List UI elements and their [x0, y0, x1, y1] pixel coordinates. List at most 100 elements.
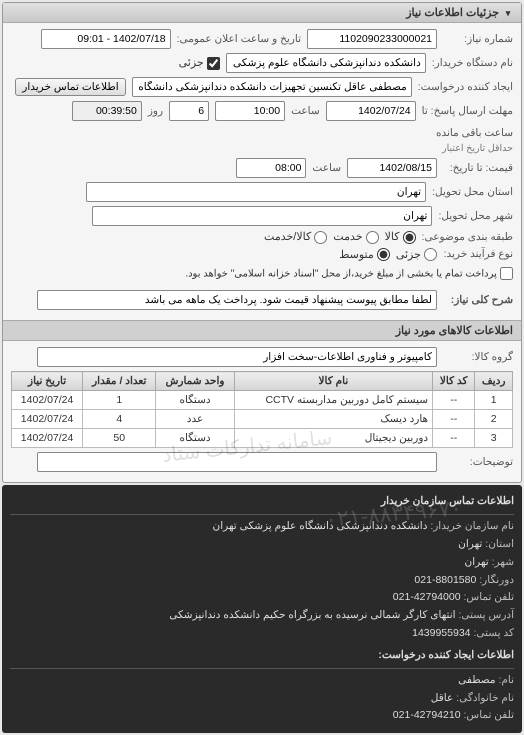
- buyer-contact-button[interactable]: اطلاعات تماس خریدار: [15, 78, 125, 96]
- days-remaining-field[interactable]: [169, 101, 209, 121]
- radio-both-label: کالا/خدمت: [264, 231, 311, 243]
- postal-label: کد پستی:: [473, 627, 514, 639]
- validity-time-label: ساعت: [312, 162, 341, 174]
- phone-label: تلفن تماس:: [463, 591, 514, 603]
- cell-name: هارد دیسک: [234, 410, 432, 429]
- fname: مصطفی: [458, 674, 495, 686]
- partial-checkbox[interactable]: [207, 57, 220, 70]
- address: انتهای کارگر شمالی نرسیده به بزرگراه حکی…: [169, 609, 455, 621]
- cell-row: 1: [475, 391, 513, 410]
- cell-code: --: [433, 410, 475, 429]
- cell-unit: دستگاه: [156, 391, 234, 410]
- panel-title: جزئیات اطلاعات نیاز: [406, 6, 499, 19]
- radio-service-wrap[interactable]: خدمت: [333, 230, 378, 244]
- creator-contact-title: اطلاعات ایجاد کننده درخواست:: [10, 647, 514, 669]
- buy-type-note-wrap: پرداخت تمام یا بخشی از مبلغ خرید،از محل …: [185, 267, 513, 280]
- cell-date: 1402/07/24: [12, 429, 83, 448]
- buyer-device-label: نام دستگاه خریدار:: [432, 57, 513, 69]
- cell-qty: 4: [83, 410, 156, 429]
- cell-row: 2: [475, 410, 513, 429]
- delivery-city-field[interactable]: [92, 206, 432, 226]
- cell-name: دوربین دیجیتال: [234, 429, 432, 448]
- cphone: 42794210-021: [393, 709, 461, 721]
- cell-unit: عدد: [156, 410, 234, 429]
- radio-mid-label: متوسط: [339, 249, 374, 261]
- cell-qty: 1: [83, 391, 156, 410]
- city: تهران: [465, 556, 489, 568]
- buyer-device-field[interactable]: [226, 53, 426, 73]
- req-number-field[interactable]: [307, 29, 437, 49]
- radio-low-wrap[interactable]: جزئی: [396, 248, 437, 262]
- deadline-time-field[interactable]: [215, 101, 285, 121]
- remaining-label: ساعت باقی مانده: [436, 127, 513, 139]
- radio-low-label: جزئی: [396, 249, 421, 261]
- validity-date-field[interactable]: [347, 158, 437, 178]
- buy-type-note: پرداخت تمام یا بخشی از مبلغ خرید،از محل …: [185, 269, 497, 280]
- deadline-time-label: ساعت: [291, 105, 320, 117]
- city-label: شهر:: [492, 556, 514, 568]
- cell-row: 3: [475, 429, 513, 448]
- th-name: نام کالا: [234, 372, 432, 391]
- radio-goods-label: کالا: [385, 231, 400, 243]
- delivery-city-label: شهر محل تحویل:: [438, 210, 513, 222]
- announce-date-label: تاریخ و ساعت اعلان عمومی:: [177, 33, 301, 45]
- validity-time-field[interactable]: [236, 158, 306, 178]
- desc-field[interactable]: [37, 290, 437, 310]
- radio-service-label: خدمت: [333, 231, 362, 243]
- treasury-checkbox[interactable]: [500, 267, 513, 280]
- radio-both-wrap[interactable]: کالا/خدمت: [264, 230, 327, 244]
- radio-goods-wrap[interactable]: کالا: [385, 230, 416, 244]
- radio-mid[interactable]: [377, 248, 390, 261]
- panel-header[interactable]: ▾ جزئیات اطلاعات نیاز: [3, 3, 521, 23]
- th-unit: واحد شمارش: [156, 372, 234, 391]
- req-number-label: شماره نیاز:: [443, 33, 513, 45]
- radio-mid-wrap[interactable]: متوسط: [339, 248, 390, 262]
- notes-label: توضیحات:: [443, 456, 513, 468]
- notes-field[interactable]: [37, 452, 437, 472]
- creator-field[interactable]: [132, 77, 412, 97]
- th-row: ردیف: [475, 372, 513, 391]
- goods-section-body: گروه کالا: ردیف کد کالا نام کالا واحد شم…: [3, 341, 521, 482]
- postal: 1439955934: [412, 627, 470, 639]
- province: تهران: [458, 538, 482, 550]
- radio-goods[interactable]: [403, 231, 416, 244]
- validity-hint: حداقل تاریخ اعتبار: [442, 143, 513, 154]
- delivery-province-label: استان محل تحویل:: [432, 186, 513, 198]
- contact-title: اطلاعات تماس سازمان خریدار: [10, 493, 514, 515]
- desc-label: شرح کلی نیاز:: [443, 294, 513, 306]
- radio-low[interactable]: [424, 248, 437, 261]
- day-label: روز: [148, 105, 163, 117]
- time-remaining-field: [72, 101, 142, 121]
- cell-unit: دستگاه: [156, 429, 234, 448]
- delivery-province-field[interactable]: [86, 182, 426, 202]
- phone: 42794000-021: [393, 591, 461, 603]
- collapse-icon[interactable]: ▾: [503, 8, 513, 18]
- table-header-row: ردیف کد کالا نام کالا واحد شمارش تعداد /…: [12, 372, 513, 391]
- partial-checkbox-wrap[interactable]: جزئی: [179, 56, 220, 70]
- contact-block: ۰۲۱-۸۸۳۴۹۶۷۰ اطلاعات تماس سازمان خریدار …: [2, 485, 522, 733]
- validity-label: قیمت: تا تاریخ:: [443, 162, 513, 174]
- table-row[interactable]: 3--دوربین دیجیتالدستگاه501402/07/24: [12, 429, 513, 448]
- panel-body: شماره نیاز: تاریخ و ساعت اعلان عمومی: نا…: [3, 23, 521, 320]
- deadline-date-field[interactable]: [326, 101, 416, 121]
- announce-date-field[interactable]: [41, 29, 171, 49]
- fax: 8801580-021: [414, 574, 476, 586]
- th-date: تاریخ نیاز: [12, 372, 83, 391]
- cell-code: --: [433, 429, 475, 448]
- goods-group-field[interactable]: [37, 347, 437, 367]
- need-details-panel: ▾ جزئیات اطلاعات نیاز شماره نیاز: تاریخ …: [2, 2, 522, 483]
- cell-date: 1402/07/24: [12, 410, 83, 429]
- province-label: استان:: [485, 538, 514, 550]
- goods-table: ردیف کد کالا نام کالا واحد شمارش تعداد /…: [11, 371, 513, 448]
- goods-section-title: اطلاعات کالاهای مورد نیاز: [3, 320, 521, 341]
- lname: عاقل: [431, 692, 453, 704]
- radio-service[interactable]: [366, 231, 379, 244]
- cell-name: سیستم کامل دوربین مداربسته CCTV: [234, 391, 432, 410]
- table-row[interactable]: 2--هارد دیسکعدد41402/07/24: [12, 410, 513, 429]
- table-row[interactable]: 1--سیستم کامل دوربین مداربسته CCTVدستگاه…: [12, 391, 513, 410]
- radio-both[interactable]: [314, 231, 327, 244]
- cphone-label: تلفن تماس:: [463, 709, 514, 721]
- deadline-send-label: مهلت ارسال پاسخ: تا: [422, 105, 513, 117]
- creator-label: ایجاد کننده درخواست:: [418, 81, 513, 93]
- cell-date: 1402/07/24: [12, 391, 83, 410]
